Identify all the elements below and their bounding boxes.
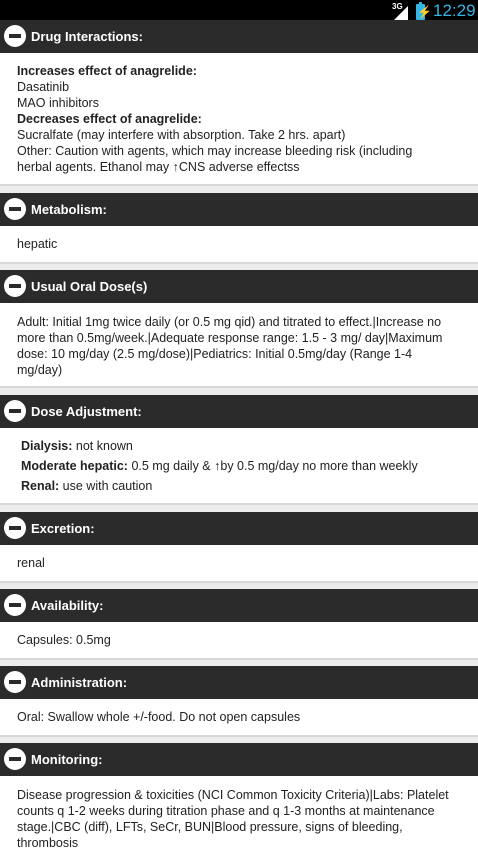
battery-icon: ⚡ xyxy=(416,2,432,20)
section-header-monitoring[interactable]: Monitoring: xyxy=(0,743,478,776)
section-text: Adult: Initial 1mg twice daily (or 0.5 m… xyxy=(17,315,443,377)
interaction-other: Other: Caution with agents, which may in… xyxy=(17,144,413,174)
section-header-availability[interactable]: Availability: xyxy=(0,589,478,622)
increases-heading: Increases effect of anagrelide: xyxy=(17,64,197,78)
collapse-icon[interactable] xyxy=(4,275,26,297)
section-body-metabolism: hepatic xyxy=(0,226,478,264)
section-body-excretion: renal xyxy=(0,545,478,583)
section-text: renal xyxy=(17,556,45,570)
section-title: Dose Adjustment: xyxy=(31,404,142,419)
collapse-icon[interactable] xyxy=(4,400,26,422)
collapse-icon[interactable] xyxy=(4,25,26,47)
clock: 12:29 xyxy=(433,1,476,20)
section-body-drug-interactions: Increases effect of anagrelide: Dasatini… xyxy=(0,53,478,186)
signal-icon: 3G xyxy=(392,2,410,21)
collapse-icon[interactable] xyxy=(4,198,26,220)
section-text: hepatic xyxy=(17,237,58,251)
section-header-administration[interactable]: Administration: xyxy=(0,666,478,699)
dialysis-row: Dialysis: not known xyxy=(21,439,133,453)
section-text: Disease progression & toxicities (NCI Co… xyxy=(17,788,449,850)
section-header-excretion[interactable]: Excretion: xyxy=(0,512,478,545)
section-header-usual-oral-dose[interactable]: Usual Oral Dose(s) xyxy=(0,270,478,303)
section-header-dose-adjustment[interactable]: Dose Adjustment: xyxy=(0,395,478,428)
collapse-icon[interactable] xyxy=(4,517,26,539)
section-body-dose-adjustment: Dialysis: not known Moderate hepatic: 0.… xyxy=(0,428,478,505)
interaction-item: Dasatinib xyxy=(17,80,70,94)
section-title: Excretion: xyxy=(31,521,95,536)
section-text: Capsules: 0.5mg xyxy=(17,633,111,647)
interaction-item: MAO inhibitors xyxy=(17,96,99,110)
hepatic-row: Moderate hepatic: 0.5 mg daily & ↑by 0.5… xyxy=(21,459,418,473)
collapse-icon[interactable] xyxy=(4,671,26,693)
collapse-icon[interactable] xyxy=(4,748,26,770)
collapse-icon[interactable] xyxy=(4,594,26,616)
section-title: Monitoring: xyxy=(31,752,103,767)
section-header-drug-interactions[interactable]: Drug Interactions: xyxy=(0,20,478,53)
section-body-availability: Capsules: 0.5mg xyxy=(0,622,478,660)
interaction-item: Sucralfate (may interfere with absorptio… xyxy=(17,128,346,142)
section-header-metabolism[interactable]: Metabolism: xyxy=(0,193,478,226)
section-title: Metabolism: xyxy=(31,202,107,217)
section-body-monitoring: Disease progression & toxicities (NCI Co… xyxy=(0,776,478,855)
decreases-heading: Decreases effect of anagrelide: xyxy=(17,112,202,126)
section-title: Availability: xyxy=(31,598,104,613)
section-text: Oral: Swallow whole +/-food. Do not open… xyxy=(17,710,301,724)
section-title: Administration: xyxy=(31,675,128,690)
section-title: Usual Oral Dose(s) xyxy=(31,279,148,294)
section-title: Drug Interactions: xyxy=(31,29,143,44)
section-body-administration: Oral: Swallow whole +/-food. Do not open… xyxy=(0,699,478,737)
section-body-usual-oral-dose: Adult: Initial 1mg twice daily (or 0.5 m… xyxy=(0,303,478,388)
renal-row: Renal: use with caution xyxy=(21,479,153,493)
